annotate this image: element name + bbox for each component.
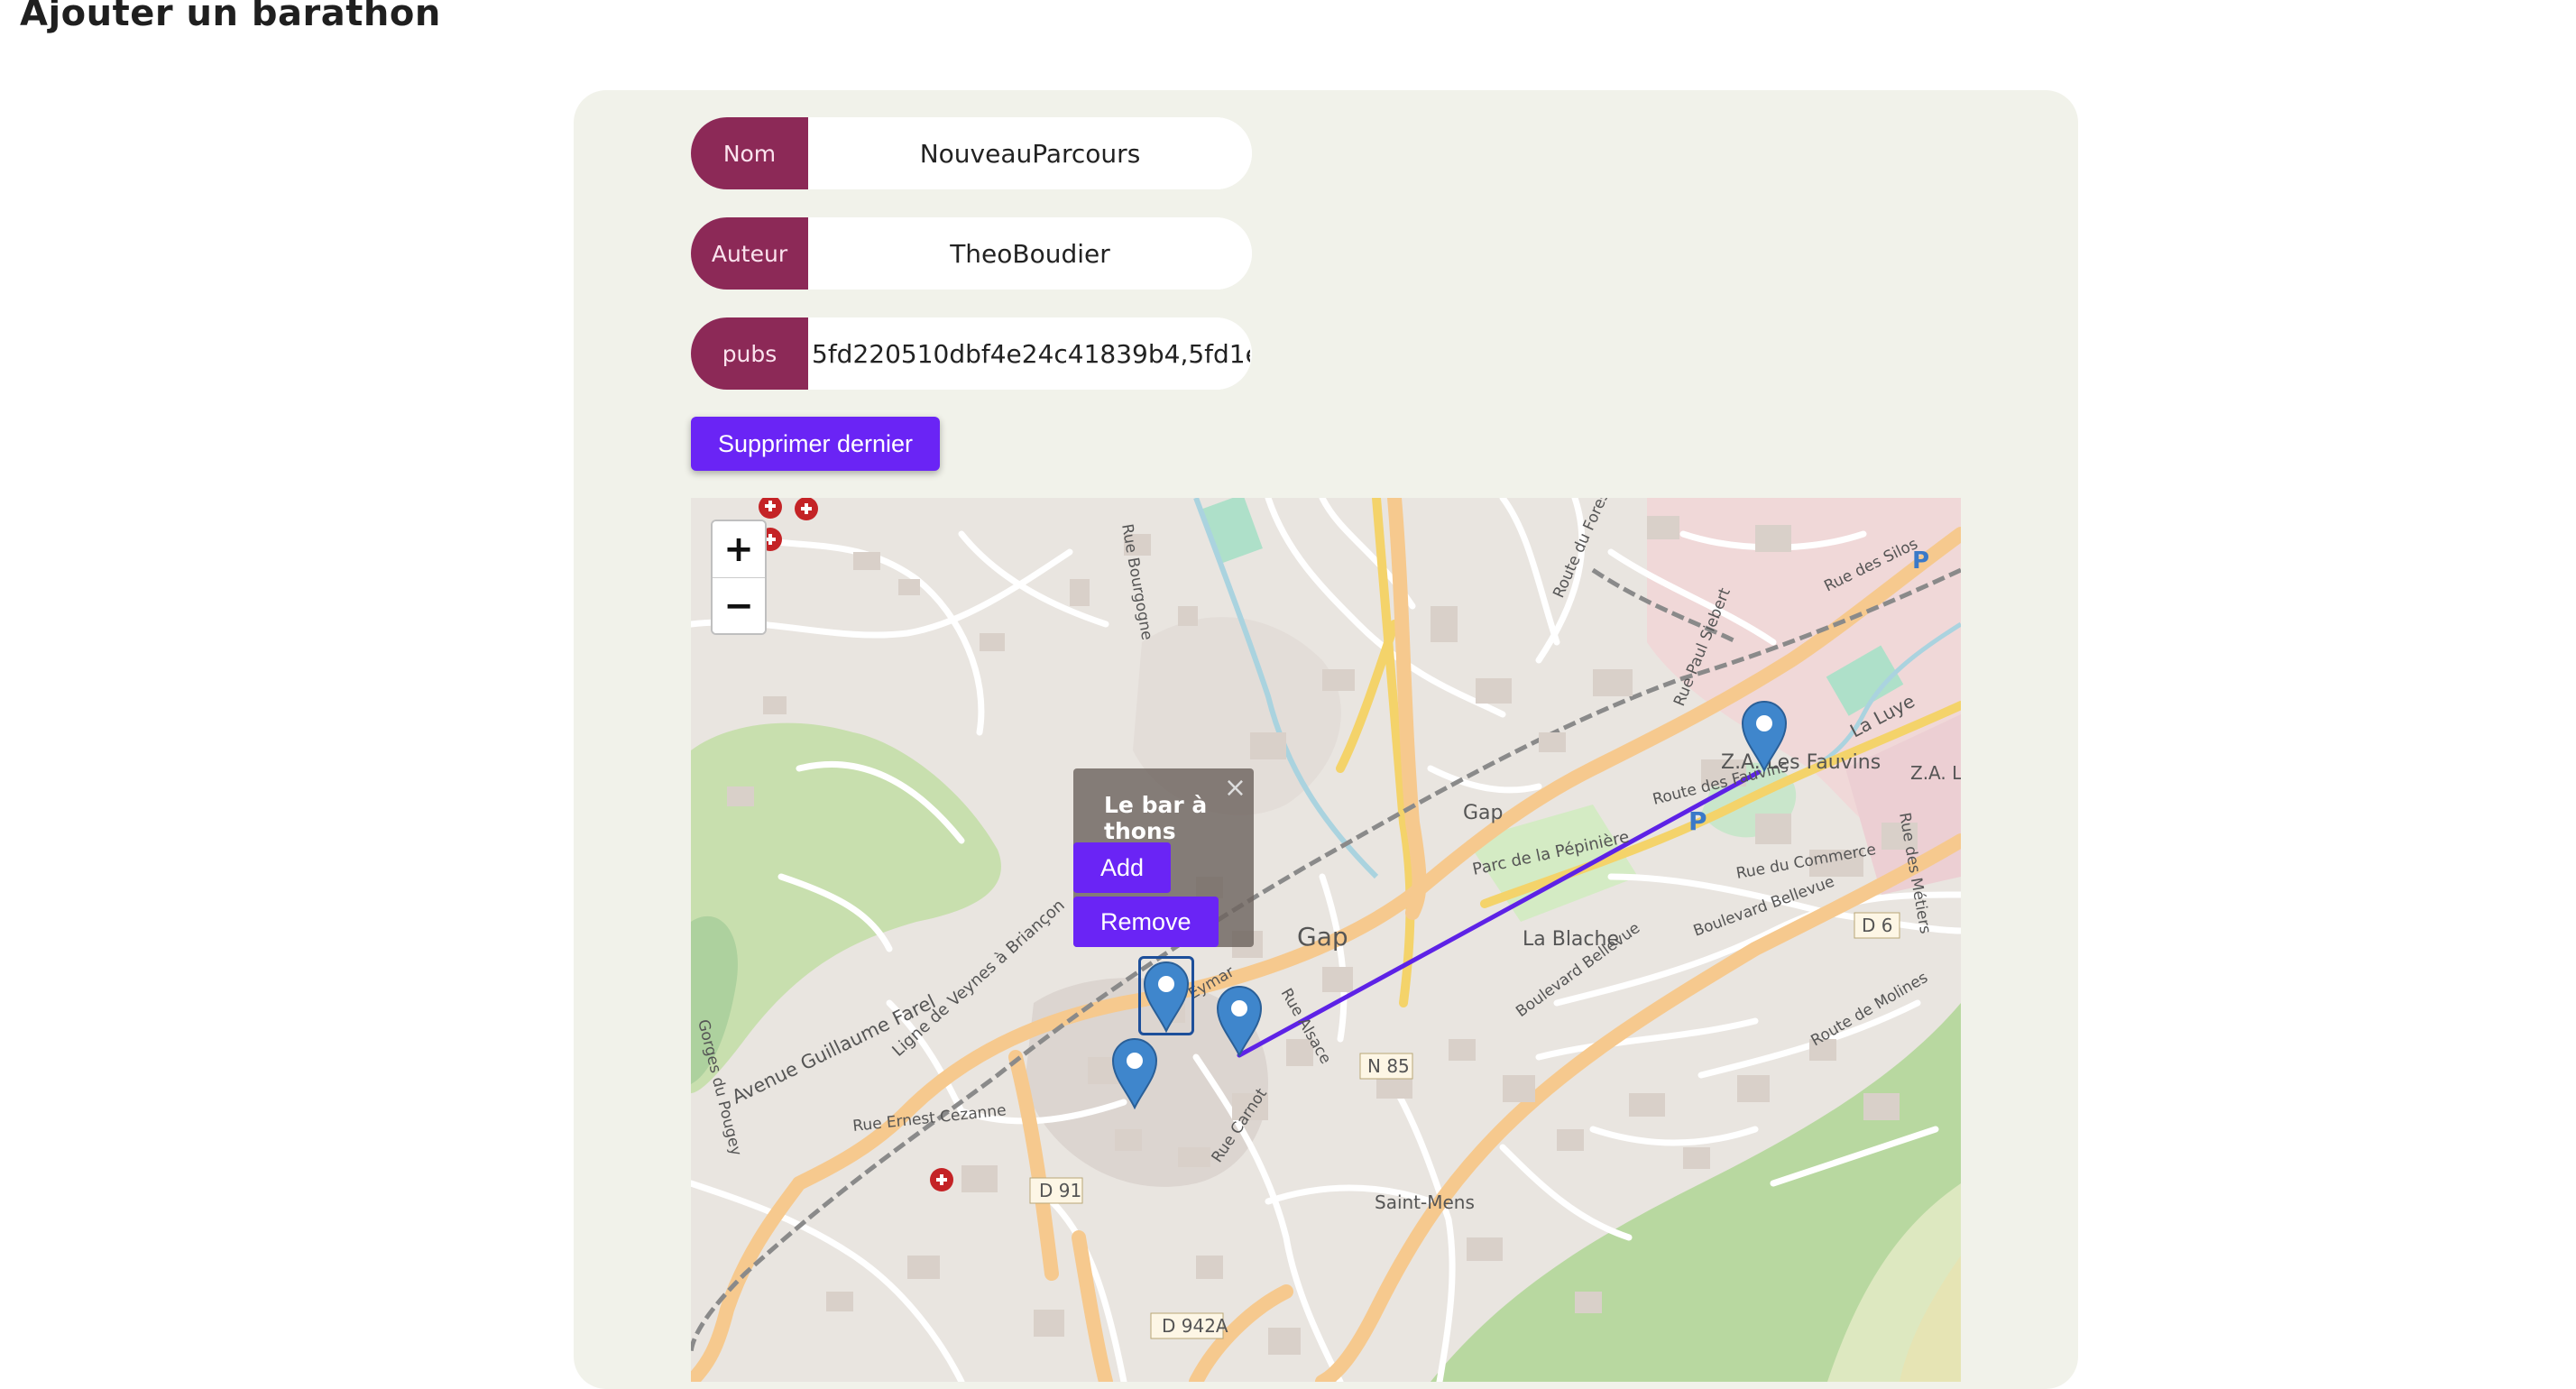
popup-title: Le bar à thons	[1104, 792, 1208, 844]
map-pin-icon[interactable]	[1739, 698, 1789, 772]
map-label-gap: Gap	[1297, 922, 1348, 952]
map-pin-icon[interactable]	[1109, 1035, 1160, 1109]
add-button[interactable]: Add	[1073, 842, 1172, 893]
map-label-n85: N 85	[1367, 1055, 1410, 1077]
map-label-d91: D 91	[1039, 1180, 1081, 1201]
author-label: Auteur	[691, 217, 808, 290]
page-title: Ajouter un barathon	[20, 0, 441, 34]
map[interactable]: P P Gap Gap Avenue Guillaume Farel Ligne…	[691, 498, 1961, 1382]
map-label-d942a: D 942A	[1162, 1315, 1228, 1337]
bar-popup: × Le bar à thons Add Remove	[1073, 768, 1254, 947]
delete-last-button[interactable]: Supprimer dernier	[691, 417, 940, 471]
author-field: Auteur	[691, 217, 1252, 290]
author-input[interactable]	[808, 217, 1252, 290]
name-input[interactable]	[808, 117, 1252, 189]
remove-button[interactable]: Remove	[1073, 897, 1219, 947]
map-tiles[interactable]: P P Gap Gap Avenue Guillaume Farel Ligne…	[691, 498, 1961, 1382]
pubs-input[interactable]	[808, 317, 1252, 390]
map-pin-icon[interactable]	[1214, 983, 1265, 1057]
name-field: Nom	[691, 117, 1252, 189]
zoom-out-button[interactable]: −	[713, 577, 765, 633]
map-label-gap-station: Gap	[1463, 802, 1504, 824]
zoom-in-button[interactable]: +	[713, 521, 765, 577]
map-label-saint-mens: Saint-Mens	[1375, 1191, 1475, 1213]
map-pin-icon[interactable]	[1138, 956, 1194, 1035]
pubs-field: pubs	[691, 317, 1252, 390]
zoom-control: + −	[711, 520, 767, 635]
name-label: Nom	[691, 117, 808, 189]
map-label-d6: D 6	[1862, 915, 1892, 936]
map-label-za-fauvins-2: Z.A. Les Fauvins	[1910, 762, 1961, 784]
pubs-label: pubs	[691, 317, 808, 390]
